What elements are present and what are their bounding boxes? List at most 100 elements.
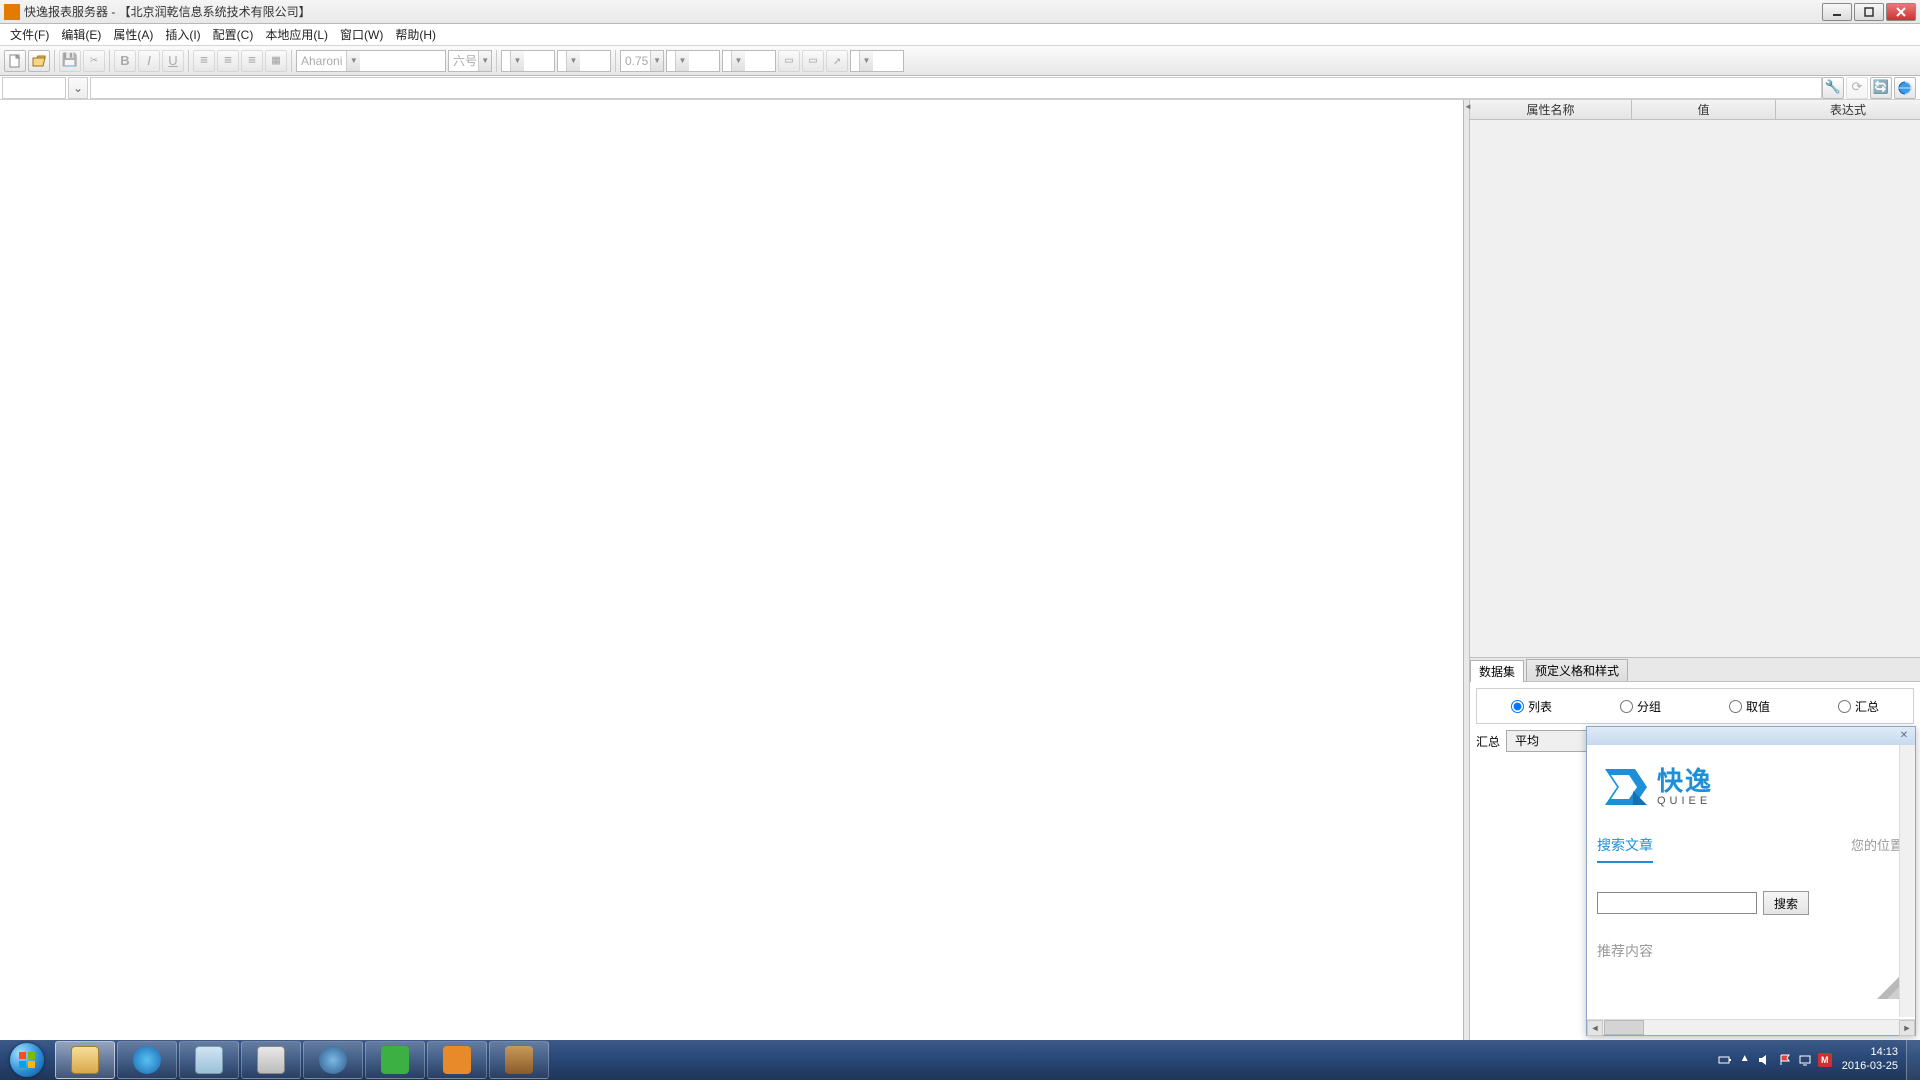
cell-name-box[interactable] [2,77,66,99]
location-label: 您的位置 [1851,835,1903,854]
chevron-down-icon: ▼ [731,51,745,71]
notepad-icon [195,1046,223,1074]
font-name-value: Aharoni [297,54,346,68]
popup-close-button[interactable]: ✕ [1897,729,1911,743]
border-color-combo[interactable]: ▼ [722,50,776,72]
popup-body[interactable]: 快逸 QUIEE 搜索文章 您的位置 搜索 推荐内容 [1587,745,1915,1019]
close-button[interactable] [1886,3,1916,21]
properties-body[interactable] [1470,120,1920,657]
recommend-label: 推荐内容 [1597,941,1905,961]
task-app-4[interactable] [489,1041,549,1079]
open-file-button[interactable] [28,50,50,72]
tool-icon-2: ⟳ [1846,77,1868,99]
search-button[interactable]: 搜索 [1763,891,1809,915]
popup-titlebar[interactable]: ✕ [1587,727,1915,745]
menu-properties[interactable]: 属性(A) [107,24,159,45]
line-weight-value: 0.75 [621,54,650,68]
box-icon [505,1046,533,1074]
scroll-left-icon[interactable]: ◄ [1587,1020,1603,1036]
task-app-2[interactable] [303,1041,363,1079]
menu-help[interactable]: 帮助(H) [389,24,442,45]
search-tab-label[interactable]: 搜索文章 [1597,835,1653,863]
new-file-button[interactable] [4,50,26,72]
tab-dataset[interactable]: 数据集 [1470,660,1524,682]
report-canvas[interactable] [0,100,1464,1040]
sound-icon[interactable] [1758,1053,1772,1067]
properties-header: 属性名称 值 表达式 [1470,100,1920,120]
fg-color-combo[interactable]: ▼ [501,50,555,72]
start-button[interactable] [0,1040,54,1080]
tab-preset-styles[interactable]: 预定义格和样式 [1526,659,1628,681]
radio-pick[interactable]: 取值 [1729,698,1770,715]
battery-icon[interactable] [1718,1053,1732,1067]
m-badge-icon[interactable]: M [1818,1053,1832,1067]
line-style-combo[interactable]: ▼ [666,50,720,72]
menu-file[interactable]: 文件(F) [4,24,55,45]
chevron-down-icon: ▼ [510,51,524,71]
menu-local-app[interactable]: 本地应用(L) [259,24,334,45]
radio-list[interactable]: 列表 [1511,698,1552,715]
font-size-combo[interactable]: 六号▼ [448,50,492,72]
line-weight-combo[interactable]: 0.75▼ [620,50,664,72]
font-name-combo[interactable]: Aharoni▼ [296,50,446,72]
menu-config[interactable]: 配置(C) [207,24,260,45]
scroll-right-icon[interactable]: ► [1899,1020,1915,1036]
help-popup: ✕ 快逸 QUIEE 搜索文章 您的位置 搜索 推荐内容 ◄ ► [1586,726,1916,1036]
italic-button: I [138,50,160,72]
show-desktop-button[interactable] [1906,1040,1920,1080]
browser-icon[interactable] [1894,77,1916,99]
chevron-down-icon: ▼ [478,51,491,71]
radio-sum[interactable]: 汇总 [1838,698,1879,715]
task-explorer[interactable] [55,1041,115,1079]
search-input[interactable] [1597,892,1757,914]
radio-group[interactable]: 分组 [1620,698,1661,715]
menu-edit[interactable]: 编辑(E) [55,24,107,45]
task-ie[interactable] [117,1041,177,1079]
quiee-logo-icon [1603,767,1649,807]
popup-horizontal-scrollbar[interactable]: ◄ ► [1587,1019,1915,1035]
cut-button: ✂ [83,50,105,72]
task-report-server[interactable] [427,1041,487,1079]
font-size-value: 六号 [449,52,478,69]
logo-text-cn: 快逸 [1657,768,1713,794]
chevron-down-icon: ▼ [675,51,689,71]
network-icon[interactable] [1798,1053,1812,1067]
main-toolbar: 💾 ✂ B I U ≡ ≡ ≡ ▦ Aharoni▼ 六号▼ ▼ ▼ 0.75▼… [0,46,1920,76]
tray-clock[interactable]: 14:13 2016-03-25 [1842,1046,1898,1074]
menu-insert[interactable]: 插入(I) [159,24,206,45]
menu-window[interactable]: 窗口(W) [334,24,389,45]
align-center-button: ≡ [217,50,239,72]
task-app-1[interactable] [241,1041,301,1079]
app-icon [4,4,20,20]
formula-input[interactable] [90,77,1822,99]
side-tabs: 数据集 预定义格和样式 [1470,657,1920,681]
bg-color-combo[interactable]: ▼ [557,50,611,72]
prop-col-name: 属性名称 [1470,100,1632,119]
maximize-button[interactable] [1854,3,1884,21]
chevron-up-icon[interactable]: ▲ [1738,1053,1752,1067]
window-titlebar: 快逸报表服务器 - 【北京润乾信息系统技术有限公司】 [0,0,1920,24]
chevron-down-icon: ▼ [346,51,360,71]
merge-cells-button: ▦ [265,50,287,72]
flag-icon[interactable] [1778,1053,1792,1067]
popup-vertical-scrollbar[interactable] [1899,745,1915,1017]
logo-text-en: QUIEE [1657,796,1713,807]
extra-combo[interactable]: ▼ [850,50,904,72]
minimize-button[interactable] [1822,3,1852,21]
border-button-2: ▭ [802,50,824,72]
align-left-button: ≡ [193,50,215,72]
ie-icon [133,1046,161,1074]
prop-col-value: 值 [1632,100,1776,119]
tool-icon-3[interactable]: 🔄 [1870,77,1892,99]
scroll-thumb[interactable] [1604,1020,1644,1035]
menubar: 文件(F) 编辑(E) 属性(A) 插入(I) 配置(C) 本地应用(L) 窗口… [0,24,1920,46]
prop-col-expr: 表达式 [1776,100,1920,119]
tool-icon-1[interactable]: 🔧 [1822,77,1844,99]
window-controls [1822,3,1916,21]
chevron-down-icon: ▼ [859,51,873,71]
task-notepad[interactable] [179,1041,239,1079]
dataset-mode-row: 列表 分组 取值 汇总 [1476,688,1914,724]
green-arrow-icon [381,1046,409,1074]
task-app-3[interactable] [365,1041,425,1079]
fx-button[interactable]: ⌄ [68,77,88,99]
